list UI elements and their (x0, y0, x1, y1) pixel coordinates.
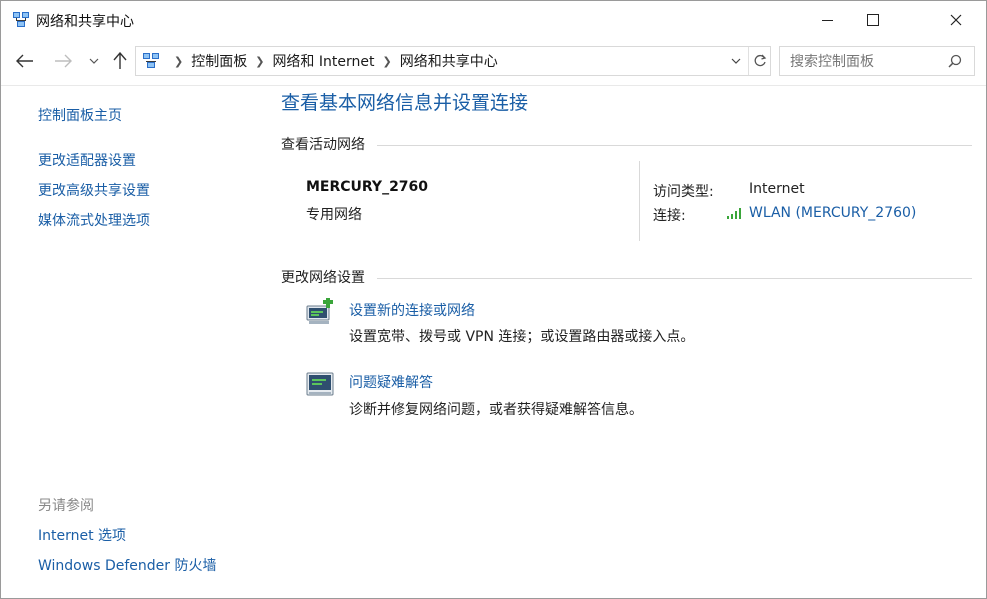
navigation-bar: ❯ 控制面板 ❯ 网络和 Internet ❯ 网络和共享中心 (1, 41, 986, 81)
sidebar-item-advanced-sharing[interactable]: 更改高级共享设置 (38, 180, 150, 200)
sidebar-item-adapter-settings[interactable]: 更改适配器设置 (38, 150, 136, 170)
troubleshoot-link[interactable]: 问题疑难解答 (349, 372, 433, 392)
section-divider (377, 278, 972, 279)
change-settings-title: 更改网络设置 (281, 270, 365, 286)
search-icon[interactable] (948, 54, 962, 68)
window-title: 网络和共享中心 (36, 14, 134, 30)
see-also-title: 另请参阅 (38, 498, 94, 514)
sidebar-item-media-streaming[interactable]: 媒体流式处理选项 (38, 210, 150, 230)
back-arrow-icon (16, 54, 33, 68)
sidebar-item-internet-options[interactable]: Internet 选项 (38, 525, 126, 545)
close-icon (950, 14, 962, 26)
maximize-icon (867, 14, 879, 26)
connection-link[interactable]: WLAN (MERCURY_2760) (749, 205, 916, 221)
up-button[interactable] (108, 50, 132, 72)
setup-connection-description: 设置宽带、拨号或 VPN 连接；或设置路由器或接入点。 (349, 329, 695, 345)
forward-arrow-icon (55, 54, 72, 68)
refresh-icon (754, 54, 767, 67)
sidebar-item-firewall[interactable]: Windows Defender 防火墙 (38, 555, 216, 575)
maximize-button[interactable] (850, 1, 896, 39)
address-dropdown-button[interactable] (726, 47, 746, 75)
section-divider (377, 145, 972, 146)
sidebar: 控制面板主页 更改适配器设置 更改高级共享设置 媒体流式处理选项 另请参阅 In… (1, 86, 259, 598)
title-bar: 网络和共享中心 (1, 1, 986, 39)
access-type-value: Internet (749, 181, 805, 197)
breadcrumb-separator-icon[interactable]: ❯ (382, 55, 391, 68)
setup-connection-link[interactable]: 设置新的连接或网络 (349, 300, 475, 320)
search-box[interactable] (779, 46, 975, 77)
recent-locations-button[interactable] (85, 50, 103, 72)
minimize-icon (821, 19, 833, 21)
address-bar[interactable]: ❯ 控制面板 ❯ 网络和 Internet ❯ 网络和共享中心 (135, 46, 771, 76)
network-center-icon (13, 12, 29, 27)
network-name: MERCURY_2760 (306, 179, 429, 195)
back-button[interactable] (13, 50, 37, 72)
forward-button[interactable] (51, 50, 75, 72)
network-type: 专用网络 (306, 207, 362, 223)
troubleshoot-description: 诊断并修复网络问题，或者获得疑难解答信息。 (349, 402, 643, 418)
breadcrumb-network-internet[interactable]: 网络和 Internet (272, 51, 374, 71)
new-connection-icon (306, 298, 333, 324)
wifi-signal-icon (727, 208, 741, 219)
minimize-button[interactable] (804, 1, 850, 39)
breadcrumb-separator-icon[interactable]: ❯ (255, 55, 264, 68)
active-networks-title: 查看活动网络 (281, 137, 365, 153)
network-info-divider (639, 161, 640, 241)
chevron-down-icon (731, 58, 741, 64)
refresh-button[interactable] (748, 47, 771, 75)
chevron-down-icon (89, 58, 99, 64)
breadcrumb-network-center[interactable]: 网络和共享中心 (400, 51, 498, 71)
control-panel-icon (143, 53, 159, 68)
access-type-label: 访问类型: (653, 184, 714, 200)
up-arrow-icon (113, 52, 127, 69)
window: 网络和共享中心 ❯ 控制面板 ❯ 网络和 Internet ❯ 网络和共享中心 … (0, 0, 987, 599)
search-input[interactable] (788, 47, 942, 77)
breadcrumb-control-panel[interactable]: 控制面板 (191, 51, 247, 71)
troubleshoot-icon (306, 372, 334, 396)
breadcrumb-separator-icon[interactable]: ❯ (174, 55, 183, 68)
breadcrumb: ❯ 控制面板 ❯ 网络和 Internet ❯ 网络和共享中心 (166, 47, 498, 75)
page-title: 查看基本网络信息并设置连接 (281, 92, 529, 114)
close-button[interactable] (933, 1, 979, 39)
connection-label: 连接: (653, 208, 686, 224)
sidebar-item-home[interactable]: 控制面板主页 (38, 105, 122, 125)
